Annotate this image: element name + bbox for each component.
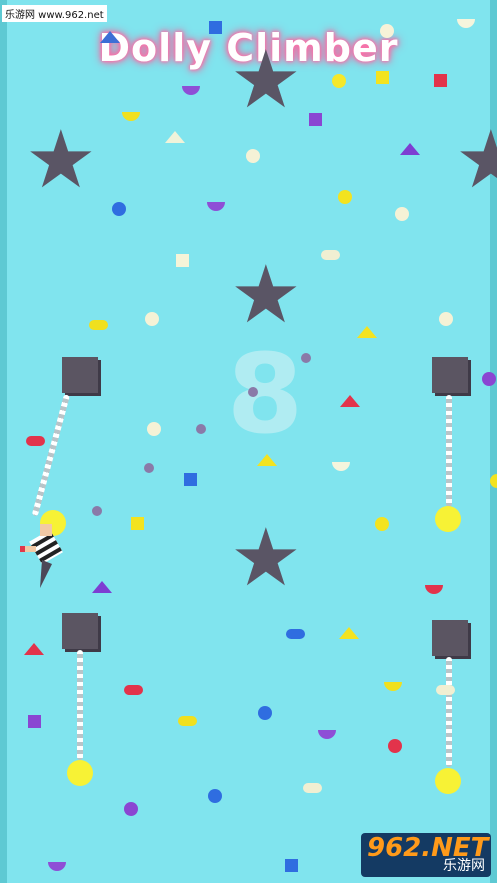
halfmoon-piece xyxy=(332,462,350,471)
sphere-piece xyxy=(482,372,496,386)
triangle-piece xyxy=(340,395,360,407)
cube-piece xyxy=(285,859,298,872)
sphere-piece xyxy=(246,149,260,163)
halfmoon-piece xyxy=(182,86,200,95)
site-logo: 962.NET 乐游网 xyxy=(361,833,491,877)
triangle-piece xyxy=(339,627,359,639)
chain xyxy=(77,650,83,760)
chain xyxy=(31,394,70,517)
cube-piece xyxy=(131,517,144,530)
grab-ball[interactable] xyxy=(67,760,93,786)
sphere-piece xyxy=(332,74,346,88)
cube-piece xyxy=(28,715,41,728)
cube-piece xyxy=(176,254,189,267)
triangle-piece xyxy=(357,326,377,338)
triangle-piece xyxy=(400,143,420,155)
site-watermark: 乐游网 www.962.net xyxy=(2,5,107,22)
cube-piece xyxy=(376,71,389,84)
anchor-block xyxy=(62,357,98,393)
sphere-piece xyxy=(439,312,453,326)
sphere-piece xyxy=(145,312,159,326)
sphere-piece xyxy=(375,517,389,531)
sphere-piece xyxy=(380,24,394,38)
anchor-block xyxy=(432,357,468,393)
anchor-block xyxy=(62,613,98,649)
triangle-piece xyxy=(24,643,44,655)
sphere-piece xyxy=(147,422,161,436)
dot xyxy=(196,424,206,434)
cube-piece xyxy=(209,21,222,34)
halfmoon-piece xyxy=(122,112,140,121)
triangle-piece xyxy=(257,454,277,466)
cube-piece xyxy=(434,74,447,87)
halfmoon-piece xyxy=(425,585,443,594)
left-wall xyxy=(0,0,7,883)
capsule-piece xyxy=(89,320,108,330)
triangle-piece xyxy=(165,131,185,143)
sphere-piece xyxy=(208,789,222,803)
cube-piece xyxy=(309,113,322,126)
halfmoon-piece xyxy=(207,202,225,211)
sphere-piece xyxy=(338,190,352,204)
capsule-piece xyxy=(26,436,45,446)
anchor-block xyxy=(432,620,468,656)
capsule-piece xyxy=(303,783,322,793)
star-obstacle: ★ xyxy=(230,511,302,604)
star-obstacle: ★ xyxy=(25,113,97,206)
chain xyxy=(446,657,452,767)
capsule-piece xyxy=(321,250,340,260)
triangle-piece xyxy=(100,31,120,43)
game-scene[interactable]: 乐游网 www.962.net Dolly Climber ★ ★ ★ ★ ★ … xyxy=(0,0,497,883)
dot xyxy=(248,387,258,397)
star-obstacle: ★ xyxy=(455,113,497,206)
sphere-piece xyxy=(388,739,402,753)
grab-ball[interactable] xyxy=(435,768,461,794)
cube-piece xyxy=(184,473,197,486)
star-obstacle: ★ xyxy=(230,33,302,126)
sphere-piece xyxy=(490,474,497,488)
star-obstacle: ★ xyxy=(230,248,302,341)
halfmoon-piece xyxy=(48,862,66,871)
capsule-piece xyxy=(124,685,143,695)
triangle-piece xyxy=(92,581,112,593)
halfmoon-piece xyxy=(318,730,336,739)
capsule-piece xyxy=(436,685,455,695)
logo-sub-text: 乐游网 xyxy=(443,858,485,874)
halfmoon-piece xyxy=(457,19,475,28)
halfmoon-piece xyxy=(384,682,402,691)
sphere-piece xyxy=(258,706,272,720)
sphere-piece xyxy=(395,207,409,221)
score-display: 8 xyxy=(226,330,304,458)
grab-ball[interactable] xyxy=(435,506,461,532)
dot xyxy=(301,353,311,363)
sphere-piece xyxy=(112,202,126,216)
dot xyxy=(92,506,102,516)
dot xyxy=(144,463,154,473)
sphere-piece xyxy=(124,802,138,816)
capsule-piece xyxy=(286,629,305,639)
chain xyxy=(446,395,452,507)
player-character xyxy=(20,524,63,588)
capsule-piece xyxy=(178,716,197,726)
